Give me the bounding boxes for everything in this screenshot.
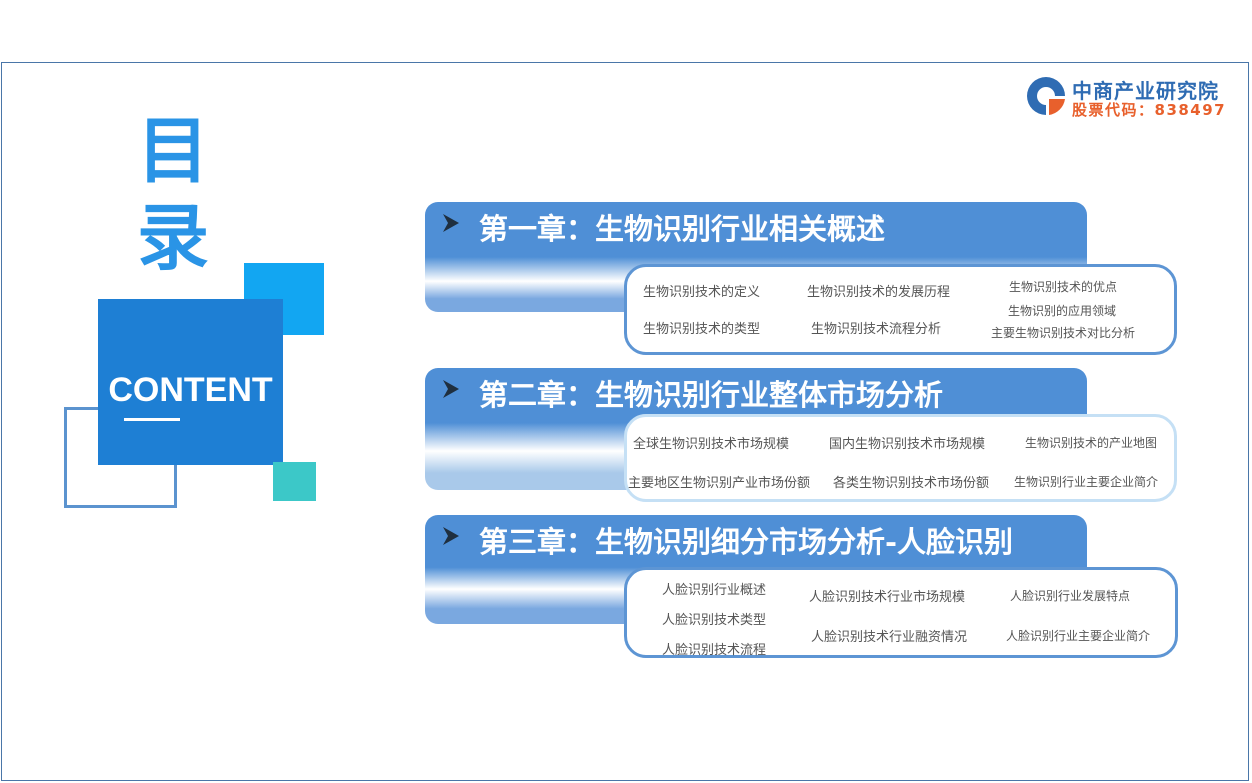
title-char-2: 录 — [136, 196, 209, 280]
subtopic-item[interactable]: 人脸识别技术类型 — [662, 609, 766, 628]
chapter-2-subtopics: 全球生物识别技术市场规模 国内生物识别技术市场规模 生物识别技术的产业地图 主要… — [624, 414, 1177, 502]
subtopic-item[interactable]: 生物识别技术的类型 — [643, 318, 760, 337]
chapter-1-title: 第一章：生物识别行业相关概述 — [479, 212, 886, 246]
subtopic-item[interactable]: 人脸识别技术行业市场规模 — [809, 586, 965, 605]
logo-mark-icon — [1027, 77, 1065, 115]
subtopic-item[interactable]: 人脸识别行业主要企业简介 — [1006, 627, 1150, 644]
subtopic-item[interactable]: 生物识别技术的发展历程 — [807, 281, 950, 300]
title-char-1: 目 — [136, 109, 209, 193]
chevron-right-icon — [443, 380, 459, 398]
content-label: CONTENT — [108, 371, 273, 409]
subtopic-item[interactable]: 全球生物识别技术市场规模 — [633, 433, 789, 452]
chapter-3-subtopics: 人脸识别行业概述 人脸识别技术行业市场规模 人脸识别行业发展特点 人脸识别技术类… — [624, 567, 1178, 658]
subtopic-item[interactable]: 生物识别技术的定义 — [643, 281, 760, 300]
subtopic-item[interactable]: 生物识别技术流程分析 — [811, 318, 941, 337]
chevron-right-icon — [443, 527, 459, 545]
decor-square-teal — [273, 462, 316, 501]
subtopic-item[interactable]: 生物识别的应用领域 — [1008, 302, 1116, 319]
chapter-3-title: 第三章：生物识别细分市场分析-人脸识别 — [479, 525, 1014, 559]
content-underline — [124, 418, 180, 421]
chevron-right-icon — [443, 214, 459, 232]
content-square: CONTENT — [98, 299, 283, 465]
subtopic-item[interactable]: 主要生物识别技术对比分析 — [991, 324, 1135, 341]
subtopic-item[interactable]: 生物识别技术的产业地图 — [1025, 434, 1157, 451]
subtopic-item[interactable]: 人脸识别技术流程 — [662, 639, 766, 658]
subtopic-item[interactable]: 各类生物识别技术市场份额 — [833, 472, 989, 491]
subtopic-item[interactable]: 人脸识别行业概述 — [662, 579, 766, 598]
company-logo: 中商产业研究院 股票代码：838497 — [1025, 75, 1240, 119]
subtopic-item[interactable]: 国内生物识别技术市场规模 — [829, 433, 985, 452]
subtopic-item[interactable]: 主要地区生物识别产业市场份额 — [628, 472, 810, 491]
subtopic-item[interactable]: 生物识别技术的优点 — [1009, 278, 1117, 295]
logo-stock-code: 股票代码：838497 — [1072, 101, 1227, 119]
subtopic-item[interactable]: 人脸识别技术行业融资情况 — [811, 626, 967, 645]
chapter-2-title: 第二章：生物识别行业整体市场分析 — [479, 378, 944, 412]
subtopic-item[interactable]: 人脸识别行业发展特点 — [1010, 587, 1130, 604]
chapter-1-subtopics: 生物识别技术的定义 生物识别技术的发展历程 生物识别技术的优点 生物识别的应用领… — [624, 264, 1177, 355]
subtopic-item[interactable]: 生物识别行业主要企业简介 — [1014, 473, 1158, 490]
